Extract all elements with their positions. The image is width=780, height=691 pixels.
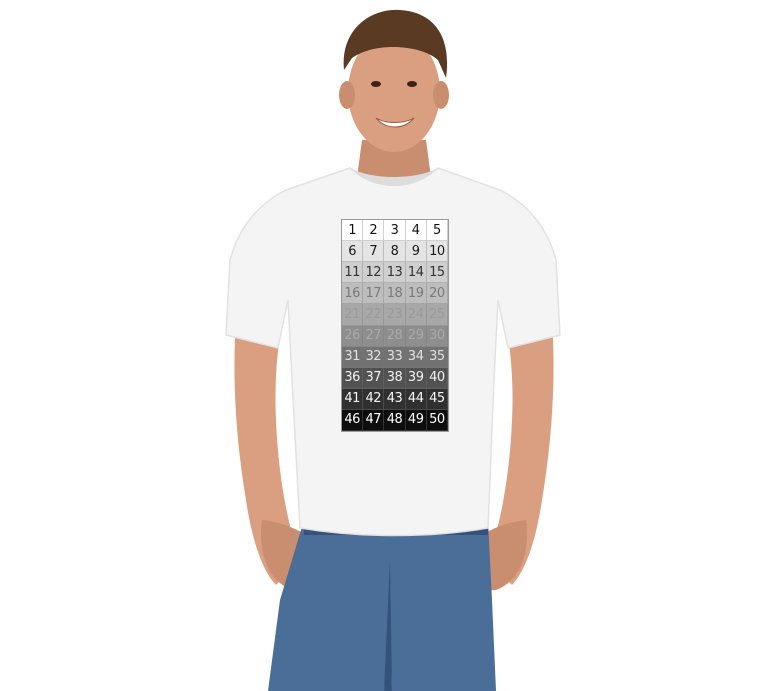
grid-cell-42: 42 [363,388,385,410]
grid-cell-11: 11 [342,262,364,284]
right-eye [407,81,417,87]
grid-cell-12: 12 [363,262,385,284]
grid-cell-28: 28 [384,325,406,347]
grid-cell-44: 44 [405,388,427,410]
grid-cell-13: 13 [384,262,406,284]
grid-cell-26: 26 [342,325,364,347]
right-ear [433,81,449,109]
grid-cell-40: 40 [426,367,448,389]
grid-cell-33: 33 [384,346,406,368]
grid-cell-4: 4 [405,220,427,242]
grid-cell-10: 10 [426,241,448,263]
grid-cell-3: 3 [384,220,406,242]
grid-cell-2: 2 [363,220,385,242]
grid-cell-35: 35 [426,346,448,368]
grid-cell-38: 38 [384,367,406,389]
left-ear [339,81,355,109]
grid-cell-25: 25 [426,304,448,326]
grid-cell-23: 23 [384,304,406,326]
grid-cell-1: 1 [342,220,364,242]
grid-cell-29: 29 [405,325,427,347]
grid-cell-21: 21 [342,304,364,326]
left-eye [371,81,381,87]
grid-cell-17: 17 [363,283,385,305]
grid-cell-24: 24 [405,304,427,326]
grid-cell-14: 14 [405,262,427,284]
grid-cell-9: 9 [405,241,427,263]
grid-cell-8: 8 [384,241,406,263]
grid-cell-16: 16 [342,283,364,305]
grid-cell-20: 20 [426,283,448,305]
grid-cell-30: 30 [426,325,448,347]
grid-cell-36: 36 [342,367,364,389]
grid-cell-48: 48 [384,409,406,431]
grid-cell-32: 32 [363,346,385,368]
grid-cell-39: 39 [405,367,427,389]
grid-cell-45: 45 [426,388,448,410]
grayscale-number-grid: 1 2 3 4 5 6 7 8 9 10 11 12 13 14 15 16 17 18 19 20 21 22 23 24 2… [341,219,449,432]
grid-cell-47: 47 [363,409,385,431]
grid-cell-27: 27 [363,325,385,347]
grid-cell-6: 6 [342,241,364,263]
grid-cell-22: 22 [363,304,385,326]
grid-cell-18: 18 [384,283,406,305]
grid-cell-46: 46 [342,409,364,431]
jeans [268,520,496,691]
grid-cell-19: 19 [405,283,427,305]
grid-cell-49: 49 [405,409,427,431]
grid-cell-34: 34 [405,346,427,368]
grid-cell-37: 37 [363,367,385,389]
grid-cell-5: 5 [426,220,448,242]
grid-cell-50: 50 [426,409,448,431]
grid-cell-43: 43 [384,388,406,410]
grid-cell-31: 31 [342,346,364,368]
grid-cell-7: 7 [363,241,385,263]
grid-cell-41: 41 [342,388,364,410]
grid-cell-15: 15 [426,262,448,284]
